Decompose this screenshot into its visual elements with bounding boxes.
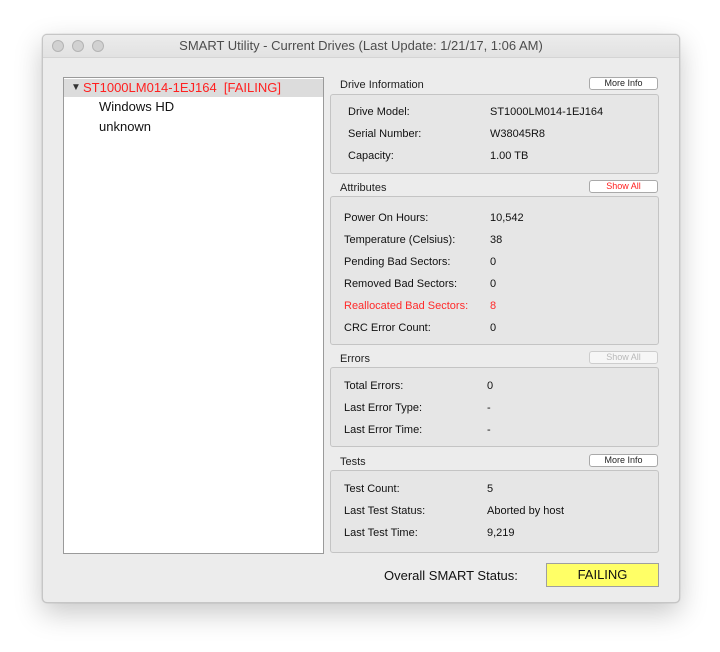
total-errors-label: Total Errors: [344,380,404,392]
removed-bad-sectors-row: Removed Bad Sectors: 0 [331,278,658,294]
errors-title: Errors [340,353,370,365]
window-title: SMART Utility - Current Drives (Last Upd… [179,38,543,53]
disclosure-triangle-icon[interactable]: ▼ [71,79,81,97]
removed-bad-sectors-label: Removed Bad Sectors: [344,278,458,290]
drive-model-value: ST1000LM014-1EJ164 [490,106,604,118]
crc-error-count-value: 0 [490,322,497,334]
serial-number-value: W38045R8 [490,128,546,140]
capacity-value: 1.00 TB [490,150,529,162]
overall-smart-status-label: Overall SMART Status: [384,568,518,583]
last-error-time-value: - [487,424,491,436]
attributes-group: Power On Hours: 10,542 Temperature (Cels… [330,196,659,345]
capacity-label: Capacity: [348,150,394,162]
power-on-hours-value: 10,542 [490,212,524,224]
last-error-time-row: Last Error Time: - [331,424,658,440]
drive-item-st1000lm014[interactable]: ▼ ST1000LM014-1EJ164 [FAILING] [64,79,323,97]
smart-utility-window: SMART Utility - Current Drives (Last Upd… [42,34,680,603]
last-error-time-label: Last Error Time: [344,424,423,436]
tests-more-info-button[interactable]: More Info [589,454,658,467]
reallocated-bad-sectors-label: Reallocated Bad Sectors: [344,300,469,312]
title-bar[interactable]: SMART Utility - Current Drives (Last Upd… [43,35,679,58]
pending-bad-sectors-row: Pending Bad Sectors: 0 [331,256,658,272]
temperature-label: Temperature (Celsius): [344,234,456,246]
pending-bad-sectors-value: 0 [490,256,497,268]
tests-group: Test Count: 5 Last Test Status: Aborted … [330,470,659,553]
capacity-row: Capacity: 1.00 TB [331,150,658,166]
tests-title: Tests [340,456,366,468]
overall-smart-status-badge: FAILING [546,563,659,587]
drive-information-title: Drive Information [340,79,424,91]
serial-number-label: Serial Number: [348,128,422,140]
test-count-value: 5 [487,483,494,495]
last-test-time-label: Last Test Time: [344,527,418,539]
drive-model-row: Drive Model: ST1000LM014-1EJ164 [331,106,658,122]
last-error-type-row: Last Error Type: - [331,402,658,418]
errors-group: Total Errors: 0 Last Error Type: - Last … [330,367,659,447]
serial-number-row: Serial Number: W38045R8 [331,128,658,144]
total-errors-value: 0 [487,380,494,392]
removed-bad-sectors-value: 0 [490,278,497,290]
pending-bad-sectors-label: Pending Bad Sectors: [344,256,451,268]
drive-information-group: Drive Model: ST1000LM014-1EJ164 Serial N… [330,94,659,174]
last-error-type-value: - [487,402,491,414]
last-test-time-row: Last Test Time: 9,219 [331,527,658,543]
power-on-hours-row: Power On Hours: 10,542 [331,212,658,228]
last-test-status-value: Aborted by host [487,505,565,517]
temperature-value: 38 [490,234,503,246]
total-errors-row: Total Errors: 0 [331,380,658,396]
last-error-type-label: Last Error Type: [344,402,423,414]
volume-item-windows-hd[interactable]: Windows HD [99,99,174,114]
attributes-show-all-button[interactable]: Show All [589,180,658,193]
power-on-hours-label: Power On Hours: [344,212,429,224]
drive-label: ST1000LM014-1EJ164 [FAILING] [83,80,281,95]
last-test-status-row: Last Test Status: Aborted by host [331,505,658,521]
volume-item-unknown[interactable]: unknown [99,119,151,134]
drive-info-more-info-button[interactable]: More Info [589,77,658,90]
crc-error-count-label: CRC Error Count: [344,322,431,334]
last-test-time-value: 9,219 [487,527,515,539]
reallocated-bad-sectors-row: Reallocated Bad Sectors: 8 [331,300,658,316]
reallocated-bad-sectors-value: 8 [490,300,497,312]
test-count-label: Test Count: [344,483,400,495]
errors-show-all-button[interactable]: Show All [589,351,658,364]
last-test-status-label: Last Test Status: [344,505,426,517]
crc-error-count-row: CRC Error Count: 0 [331,322,658,338]
drive-model-label: Drive Model: [348,106,410,118]
temperature-row: Temperature (Celsius): 38 [331,234,658,250]
drive-list[interactable]: ▼ ST1000LM014-1EJ164 [FAILING] Windows H… [63,77,324,554]
attributes-title: Attributes [340,182,387,194]
test-count-row: Test Count: 5 [331,483,658,499]
